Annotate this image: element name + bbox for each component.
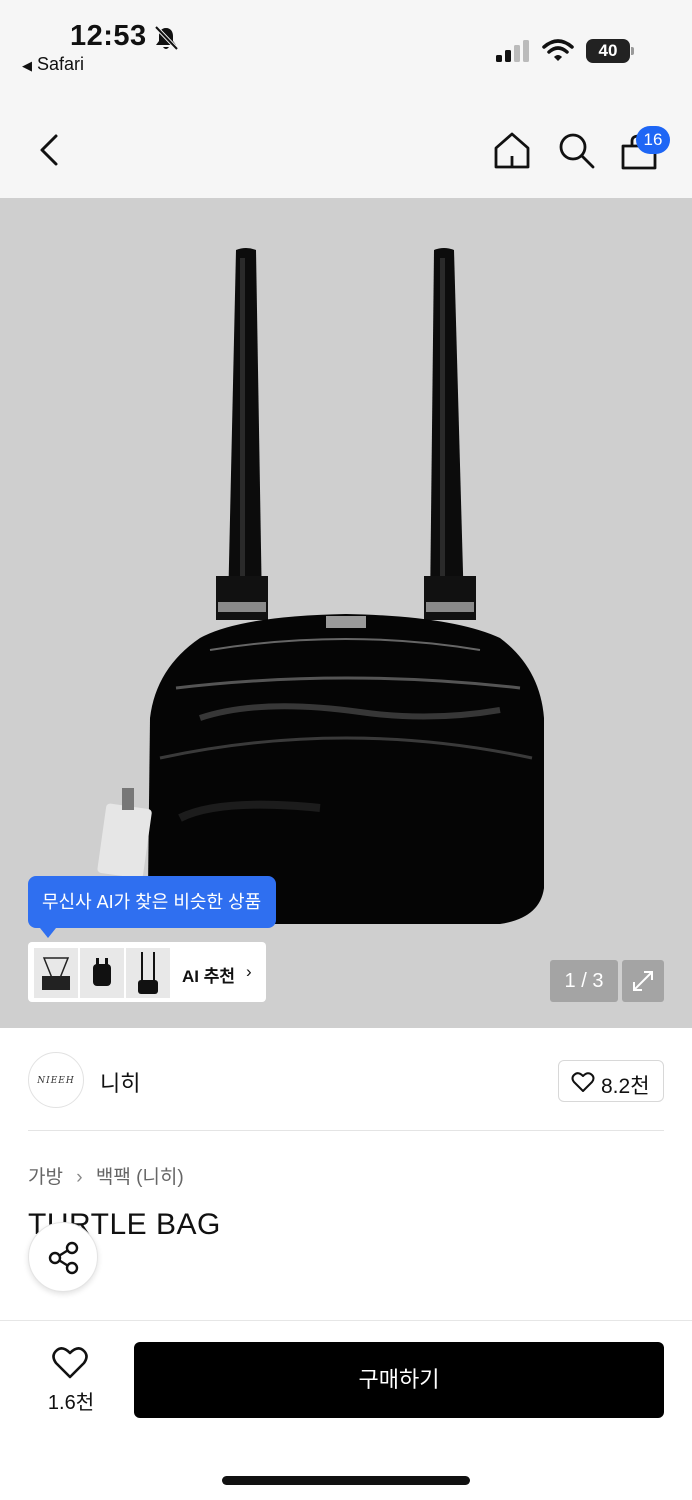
image-page-indicator: 1 / 3 [550,960,618,1002]
ai-recommend-strip[interactable]: AI 추천 › [28,942,266,1002]
cart-count-badge: 16 [636,126,670,154]
home-icon[interactable] [492,130,532,170]
wifi-icon [542,39,574,61]
brand-name[interactable]: 니히 [100,1066,140,1098]
brand-like-button[interactable]: 8.2천 [558,1060,664,1102]
brand-like-count: 8.2천 [601,1075,650,1098]
cellular-signal-icon [496,40,529,62]
breadcrumb: 가방 › 백팩 (니히) [28,1162,184,1189]
ai-recommend-label: AI 추천 [182,967,236,986]
home-indicator[interactable] [222,1476,470,1485]
status-time: 12:53 [70,20,147,52]
breadcrumb-item[interactable]: 백팩 (니히) [96,1162,184,1189]
brand-logo[interactable]: NIEEH [28,1052,84,1108]
wishlist-heart-icon[interactable] [52,1346,88,1380]
bell-muted-icon [154,25,179,51]
similar-product-thumb[interactable] [126,948,170,998]
nav-bar [0,100,692,198]
back-app-label: Safari [37,54,85,74]
share-button[interactable] [28,1222,98,1292]
wishlist-count: 1.6천 [47,1392,95,1414]
back-arrow-icon[interactable] [34,130,66,170]
breadcrumb-item[interactable]: 가방 [28,1162,63,1189]
expand-image-button[interactable] [622,960,664,1002]
divider [28,1130,664,1131]
similar-product-thumb[interactable] [34,948,78,998]
search-icon[interactable] [556,130,596,170]
chevron-right-icon: › [246,962,252,981]
buy-button[interactable]: 구매하기 [134,1342,664,1418]
share-icon [48,1241,79,1275]
expand-icon [633,971,653,991]
back-triangle-icon: ◀ [22,58,32,73]
similar-product-thumb[interactable] [80,948,124,998]
back-to-safari-link[interactable]: ◀ Safari [22,54,84,75]
ai-similar-products-tooltip[interactable]: 무신사 AI가 찾은 비슷한 상품 [28,876,276,938]
status-bar: 12:53 ◀ Safari 40 [0,0,692,100]
battery-indicator: 40 [586,39,634,63]
battery-level: 40 [586,39,630,63]
heart-icon [571,1072,595,1092]
breadcrumb-separator-icon: › [76,1167,83,1188]
